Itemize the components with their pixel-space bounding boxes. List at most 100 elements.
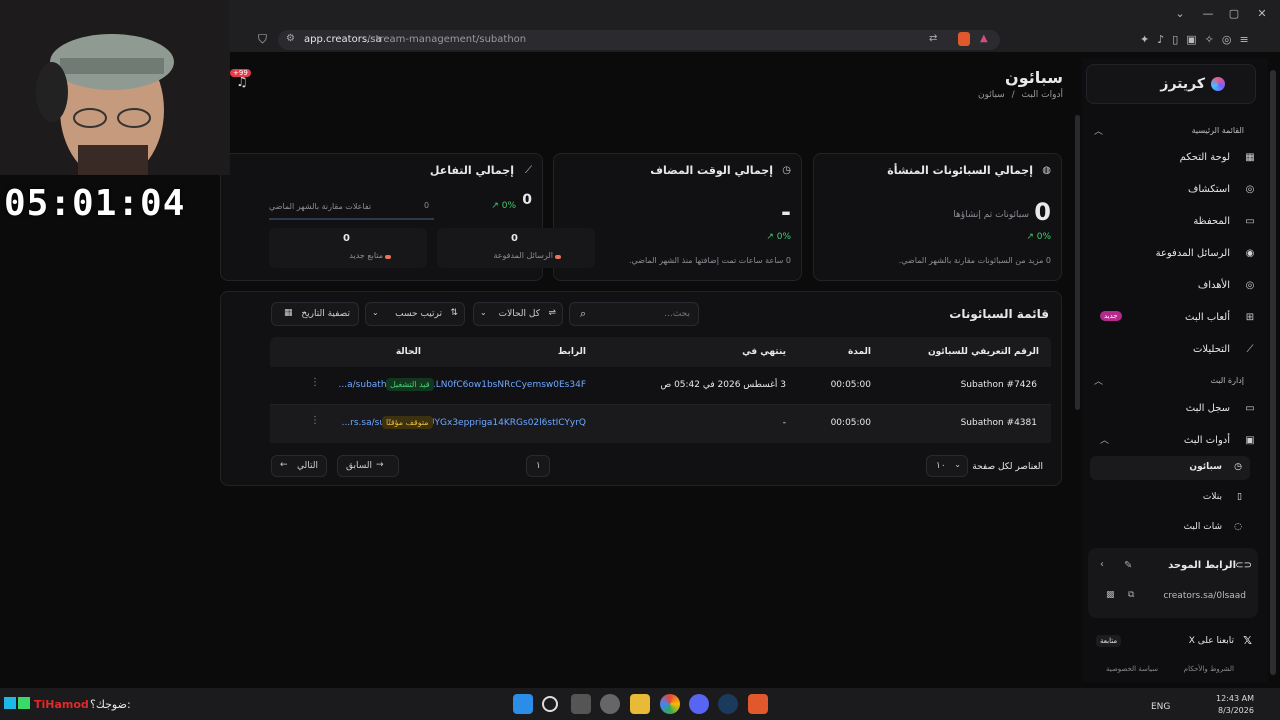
sidebar-item-paid-messages[interactable]: الرسائل المدفوعة ◉ bbox=[1082, 244, 1268, 264]
dashboard-icon: ▦ bbox=[1245, 152, 1255, 163]
site-info-icon[interactable]: ⚙ bbox=[286, 33, 295, 44]
page-title: سبائون bbox=[1005, 68, 1063, 87]
subathon-link[interactable]: ...a/subathon/Ean4U1LN0fC6ow1bsNRcCyemsw… bbox=[339, 380, 586, 390]
maximize-button[interactable]: ▢ bbox=[1226, 7, 1242, 20]
translate-icon[interactable]: ⇄ bbox=[929, 33, 937, 44]
sidebar-subitem-subathon[interactable]: سبائون ◷ bbox=[1090, 456, 1250, 480]
stat-value: 0 bbox=[522, 192, 532, 208]
main-scrollbar[interactable] bbox=[1075, 115, 1080, 410]
stat-title: إجمالي التفاعل bbox=[429, 164, 514, 177]
task-view-icon[interactable] bbox=[571, 694, 591, 714]
app-icon bbox=[4, 697, 16, 709]
x-logo-icon: 𝕏 bbox=[1243, 634, 1252, 647]
wallet-icon: ▭ bbox=[1245, 216, 1255, 227]
breadcrumb-parent[interactable]: أدوات البث bbox=[1022, 90, 1063, 100]
table-row[interactable]: Subathon #4381 00:05:00 - ...rs.sa/subat… bbox=[270, 405, 1051, 443]
chat-username: TiHamod bbox=[34, 698, 89, 711]
brave-icon[interactable] bbox=[748, 694, 768, 714]
page-button[interactable]: ١ bbox=[526, 455, 550, 477]
stat-card-engagement: ⟋ إجمالي التفاعل 0 ↗ 0% تفاعلات مقارنة ب… bbox=[220, 153, 595, 281]
follow-button[interactable]: متابعة bbox=[1096, 635, 1122, 647]
per-page-label: العناصر لكل صفحة bbox=[972, 462, 1043, 472]
sidebar: كريترز القائمة الرئيسية ︿ لوحة التحكم ▦ … bbox=[1082, 58, 1268, 682]
link-icon: ⊂⊃ bbox=[1235, 560, 1252, 571]
next-button[interactable]: التالي ← bbox=[271, 455, 327, 477]
chevron-up-icon[interactable]: ︿ bbox=[1094, 374, 1103, 387]
qr-code-icon[interactable]: ▩ bbox=[1106, 590, 1115, 600]
chevron-down-icon: ⌄ bbox=[480, 308, 487, 317]
sidebar-item-stream-games[interactable]: ألعاب البث ⊞ جديد bbox=[1082, 308, 1268, 328]
stat-change: ↗ 0% bbox=[491, 201, 516, 211]
subathon-list-card: قائمة السبائونات ⌕ بحث... ⌄ كل الحالات ⇌… bbox=[220, 291, 1062, 486]
prev-button[interactable]: → السابق bbox=[337, 455, 399, 477]
section-label: إدارة البث bbox=[1210, 376, 1244, 385]
close-button[interactable]: ✕ bbox=[1254, 7, 1270, 20]
webcam-overlay bbox=[0, 0, 230, 175]
search-icon[interactable] bbox=[542, 696, 558, 712]
sidebar-item-stream-tools[interactable]: أدوات البث ▣ ︿ bbox=[1082, 431, 1268, 451]
start-icon[interactable] bbox=[513, 694, 533, 714]
file-explorer-icon[interactable] bbox=[630, 694, 650, 714]
rewards-icon[interactable]: ▲ bbox=[980, 33, 988, 44]
sidebar-item-analytics[interactable]: التحليلات ⟋ bbox=[1082, 340, 1268, 360]
sidebar-item-goals[interactable]: الأهداف ◎ bbox=[1082, 276, 1268, 296]
stat-value: 0 bbox=[1034, 198, 1051, 226]
sidebar-subitem-chat[interactable]: شات البث ◌ bbox=[1090, 516, 1250, 538]
copy-icon[interactable]: ⧉ bbox=[1128, 590, 1134, 600]
sidebar-item-stream-log[interactable]: سجل البث ▭ bbox=[1082, 399, 1268, 419]
privacy-link[interactable]: سياسة الخصوصية bbox=[1106, 665, 1158, 673]
table-row[interactable]: Subathon #7426 00:05:00 3 أغسطس 2026 في … bbox=[270, 367, 1051, 405]
minimize-icon[interactable]: ⌄ bbox=[1172, 7, 1188, 20]
sidebar-item-wallet[interactable]: المحفظة ▭ bbox=[1082, 212, 1268, 232]
logo-icon bbox=[1211, 77, 1225, 91]
more-options-icon[interactable]: ⋮ bbox=[310, 377, 320, 388]
clock-time[interactable]: 12:43 AM bbox=[1216, 694, 1254, 703]
engagement-paid: 0 الرسائل المدفوعة bbox=[437, 228, 595, 268]
chrome-icon[interactable] bbox=[660, 694, 680, 714]
sidebar-item-dashboard[interactable]: لوحة التحكم ▦ bbox=[1082, 148, 1268, 168]
stat-change: ↗ 0% bbox=[1026, 232, 1051, 242]
main-content: سبائون أدوات البث / سبائون ◍ إجمالي السب… bbox=[220, 58, 1075, 682]
steam-icon[interactable] bbox=[718, 694, 738, 714]
bookmark-icon[interactable]: ⛉ bbox=[258, 32, 267, 47]
address-bar[interactable]: ⚙ app.creators.sa /stream-management/sub… bbox=[278, 30, 1000, 50]
edit-icon[interactable]: ✎ bbox=[1124, 560, 1132, 571]
sidebar-subitem-panels[interactable]: بنلات ▯ bbox=[1090, 486, 1250, 508]
notification-badge: +99 bbox=[230, 69, 251, 77]
unified-link-url[interactable]: creators.sa/0lsaad bbox=[1163, 591, 1246, 601]
sort-icon: ⇅ bbox=[450, 308, 458, 318]
language-indicator[interactable]: ENG bbox=[1151, 702, 1170, 712]
stat-value: - bbox=[781, 198, 791, 226]
sidebar-item-explore[interactable]: استكشاف ◎ bbox=[1082, 180, 1268, 200]
stat-title: إجمالي الوقت المضاف bbox=[650, 164, 773, 177]
discord-icon[interactable] bbox=[689, 694, 709, 714]
obs-icon[interactable] bbox=[600, 694, 620, 714]
chevron-up-icon[interactable]: ︿ bbox=[1094, 124, 1103, 137]
extensions-icons[interactable]: ✦♪▯▣✧◎≡ bbox=[1140, 33, 1257, 46]
search-input[interactable]: ⌕ بحث... bbox=[569, 302, 699, 326]
terms-link[interactable]: الشروط والأحكام bbox=[1184, 665, 1234, 673]
chevron-down-icon: ⌄ bbox=[372, 308, 379, 317]
sidebar-scrollbar[interactable] bbox=[1270, 70, 1276, 675]
per-page-select[interactable]: ١٠ ⌄ bbox=[926, 455, 968, 477]
date-filter-button[interactable]: تصفية التاريخ ▦ bbox=[271, 302, 359, 326]
arrow-left-icon: ← bbox=[280, 460, 288, 470]
more-options-icon[interactable]: ⋮ bbox=[310, 415, 320, 426]
globe-icon: ◍ bbox=[1042, 165, 1051, 176]
clock-date[interactable]: 8/3/2026 bbox=[1218, 706, 1254, 715]
brave-shield-icon[interactable] bbox=[958, 32, 970, 46]
status-badge: متوقف مؤقتًا bbox=[382, 416, 433, 429]
sort-select[interactable]: ⌄ ترتيب حسب ⇅ bbox=[365, 302, 465, 326]
chevron-left-icon[interactable]: ‹ bbox=[1100, 559, 1104, 570]
engagement-followers: 0 متابع جديد bbox=[269, 228, 427, 268]
chevron-up-icon: ︿ bbox=[1100, 436, 1110, 446]
target-icon: ◎ bbox=[1245, 280, 1255, 291]
stat-change: ↗ 0% bbox=[766, 232, 791, 242]
brand-logo[interactable]: كريترز bbox=[1086, 64, 1256, 104]
minimize-button[interactable]: — bbox=[1200, 7, 1216, 20]
new-badge: جديد bbox=[1100, 311, 1122, 321]
subathon-link[interactable]: ...rs.sa/subathon/jEUYGx3eppriga14KRGs02… bbox=[342, 418, 586, 428]
bell-icon[interactable]: ♫ bbox=[236, 75, 248, 90]
trend-chart-icon: ⟋ bbox=[525, 165, 532, 176]
status-filter-select[interactable]: ⌄ كل الحالات ⇌ bbox=[473, 302, 563, 326]
